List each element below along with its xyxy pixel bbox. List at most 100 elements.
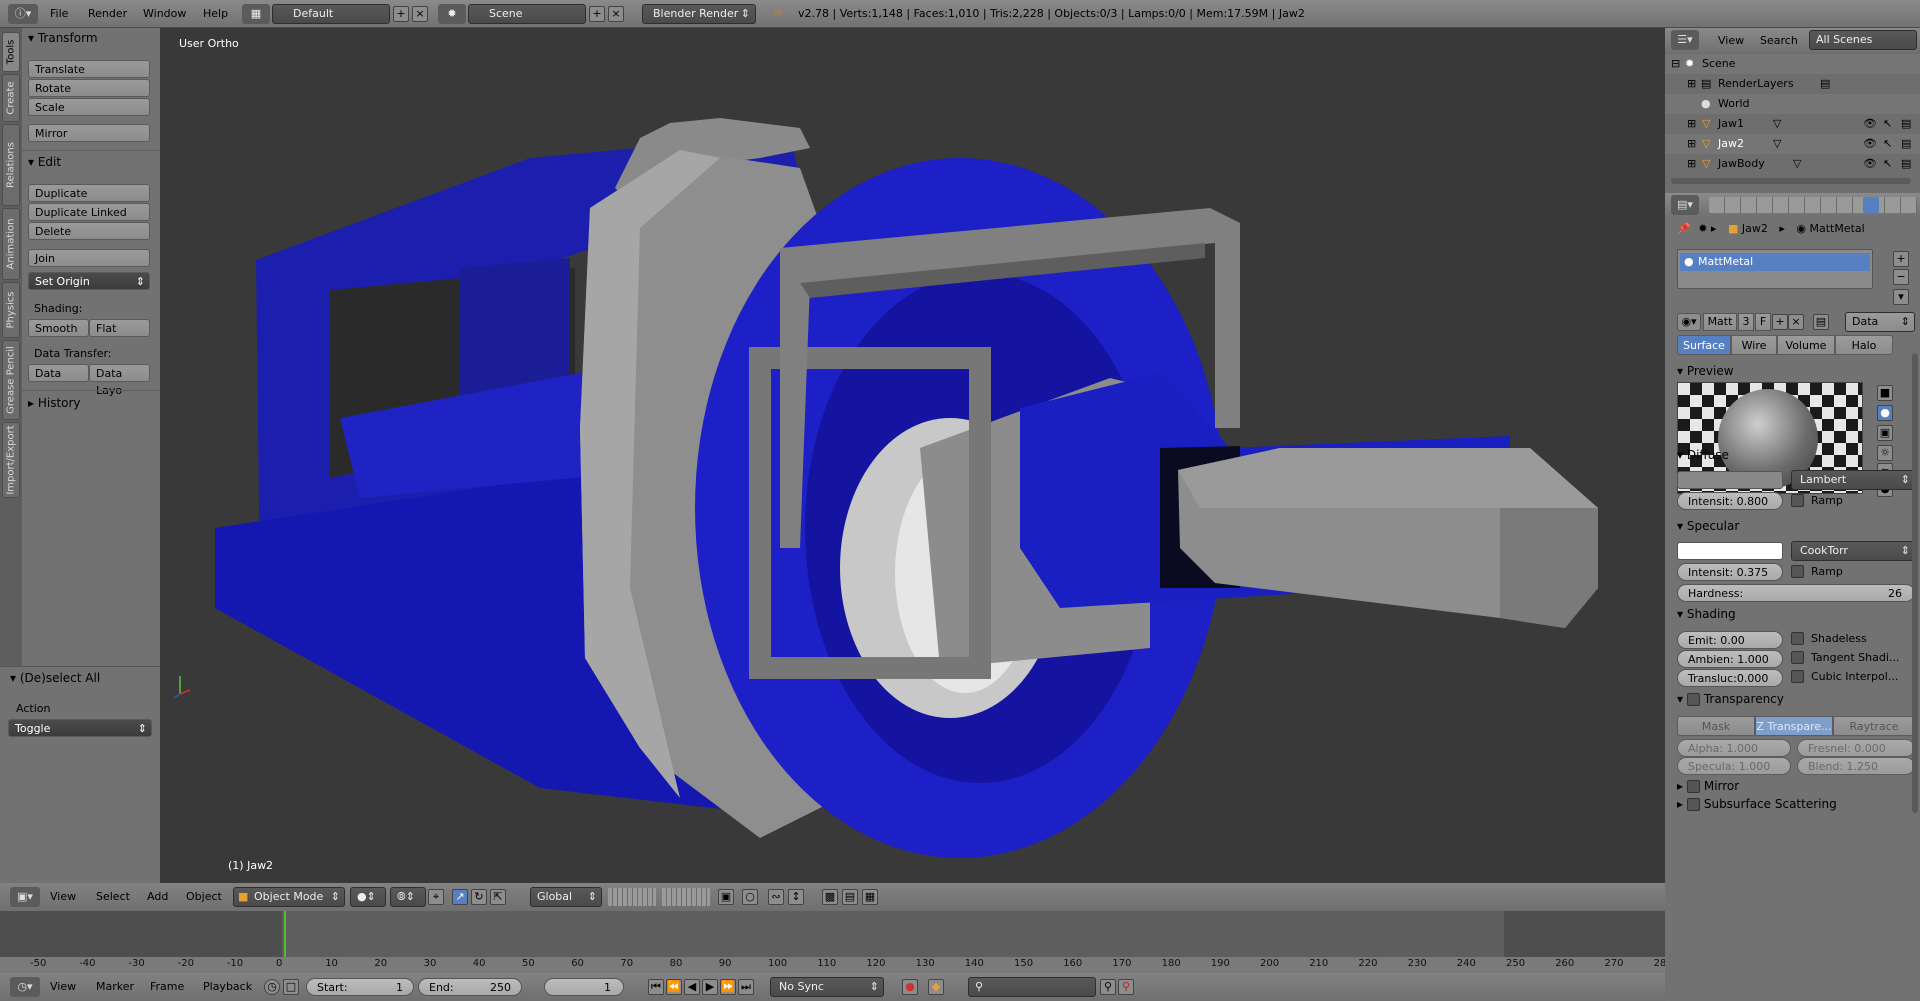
orientation-select[interactable]: Global ⇕ — [530, 887, 602, 907]
menu-help[interactable]: Help — [203, 0, 228, 28]
jump-keyframe-forward-icon[interactable]: ⏩ — [720, 979, 736, 995]
operator-header[interactable]: ▾ (De)select All — [10, 669, 100, 687]
tab-grease-pencil[interactable]: Grease Pencil — [2, 340, 20, 420]
end-frame-field[interactable]: End: 250 — [418, 978, 522, 996]
rotate-manipulator-icon[interactable]: ↻ — [471, 889, 487, 905]
remove-scene-button[interactable]: × — [608, 6, 624, 22]
tab-relations[interactable]: Relations — [2, 124, 20, 206]
tab-animation[interactable]: Animation — [2, 208, 20, 280]
diffuse-panel-header[interactable]: ▾ Diffuse — [1677, 448, 1729, 462]
snap-icon[interactable]: ∾ — [768, 889, 784, 905]
slot-menu-button[interactable]: ▾ — [1893, 289, 1909, 305]
scale-manipulator-icon[interactable]: ⇱ — [490, 889, 506, 905]
remove-slot-button[interactable]: − — [1893, 269, 1909, 285]
start-frame-field[interactable]: Start: 1 — [306, 978, 414, 996]
manipulator-toggle[interactable]: ⌖ — [428, 889, 444, 905]
preview-sphere-icon[interactable]: ● — [1877, 405, 1893, 421]
material-browse-icon[interactable]: ◉▾ — [1677, 313, 1701, 331]
transform-panel-header[interactable]: ▾ Transform — [28, 29, 98, 47]
hardness-field[interactable]: Hardness: 26 — [1677, 584, 1915, 602]
menu-render[interactable]: Render — [88, 0, 127, 28]
play-icon[interactable]: ▶ — [702, 979, 718, 995]
pivot-select[interactable]: ⦾⇕ — [390, 887, 426, 907]
outliner-row-renderlayers[interactable]: ⊞ ▤ RenderLayers ▤ — [1665, 74, 1920, 94]
outliner-row-jawbody[interactable]: ⊞ ▽ JawBody ▽ 👁 ↖ ▤ — [1665, 154, 1920, 174]
screen-layout-field[interactable]: Default — [272, 4, 390, 24]
join-button[interactable]: Join — [28, 249, 150, 267]
ambient-field[interactable]: Ambien: 1.000 — [1677, 650, 1783, 668]
frame-menu[interactable]: Frame — [150, 973, 184, 1001]
snap-element-icon[interactable]: ↕ — [788, 889, 804, 905]
mode-select[interactable]: ■ Object Mode ⇕ — [233, 887, 345, 907]
outliner-row-world[interactable]: ● World — [1665, 94, 1920, 114]
add-slot-button[interactable]: + — [1893, 251, 1909, 267]
outliner-row-scene[interactable]: ⊟ ✹ Scene — [1665, 54, 1920, 74]
flat-button[interactable]: Flat — [89, 319, 150, 337]
specular-ramp-checkbox[interactable] — [1791, 565, 1804, 578]
jump-end-icon[interactable]: ⏭ — [738, 979, 754, 995]
sss-checkbox[interactable] — [1686, 798, 1700, 811]
eye-icon[interactable]: 👁 — [1863, 134, 1877, 154]
material-nodes-icon[interactable]: ▤ — [1813, 314, 1829, 330]
tab-z-transparency[interactable]: Z Transpare... — [1755, 716, 1833, 736]
menu-file[interactable]: File — [50, 0, 68, 28]
transparency-panel-header[interactable]: ▾ Transparency — [1677, 692, 1784, 706]
view-menu[interactable]: View — [50, 883, 76, 911]
cursor-icon[interactable]: ↖ — [1883, 114, 1892, 134]
diffuse-ramp-checkbox[interactable] — [1791, 494, 1804, 507]
insert-keyframe-icon[interactable]: ⚲ — [1100, 979, 1116, 995]
sss-panel-header[interactable]: ▸ Subsurface Scattering — [1677, 797, 1837, 811]
camera-icon[interactable]: ▤ — [1901, 114, 1911, 134]
tab-tools[interactable]: Tools — [2, 32, 20, 72]
tab-mask[interactable]: Mask — [1677, 716, 1755, 736]
rotate-button[interactable]: Rotate — [28, 79, 150, 97]
layer-buttons-1[interactable] — [608, 888, 656, 906]
translate-manipulator-icon[interactable]: ↗ — [452, 889, 468, 905]
tangent-shading-checkbox[interactable] — [1791, 651, 1804, 664]
layer-buttons-2[interactable] — [662, 888, 710, 906]
add-menu[interactable]: Add — [147, 883, 168, 911]
properties-scrollbar[interactable] — [1912, 353, 1918, 813]
editor-type-button[interactable]: ☰▾ — [1671, 30, 1699, 50]
data-link-select[interactable]: Data ⇕ — [1845, 312, 1915, 332]
playback-menu[interactable]: Playback — [203, 973, 252, 1001]
material-slot-list[interactable]: ● MattMetal — [1677, 249, 1873, 289]
lock-icon[interactable]: □ — [283, 979, 299, 995]
material-users-count[interactable]: 3 — [1738, 313, 1754, 331]
tab-create[interactable]: Create — [2, 74, 20, 122]
outliner-filter-select[interactable]: All Scenes — [1809, 30, 1917, 50]
delete-keyframe-icon[interactable]: ⚲ — [1118, 979, 1134, 995]
render-engine-select[interactable]: Blender Render ⇕ — [642, 4, 756, 24]
editor-type-button[interactable]: ▤▾ — [1671, 195, 1699, 215]
cursor-icon[interactable]: ↖ — [1883, 154, 1892, 174]
duplicate-linked-button[interactable]: Duplicate Linked — [28, 203, 150, 221]
tab-volume[interactable]: Volume — [1777, 335, 1835, 355]
opengl-render-icon[interactable]: ▩ — [822, 889, 838, 905]
remove-layout-button[interactable]: × — [412, 6, 428, 22]
tab-import-export[interactable]: Import/Export — [2, 422, 20, 498]
context-tab-icons[interactable] — [1709, 197, 1917, 213]
outliner-row-jaw2[interactable]: ⊞ ▽ Jaw2 ▽ 👁 ↖ ▤ — [1665, 134, 1920, 154]
smooth-button[interactable]: Smooth — [28, 319, 89, 337]
menu-window[interactable]: Window — [143, 0, 186, 28]
diffuse-color-swatch[interactable] — [1677, 471, 1783, 489]
tab-halo[interactable]: Halo — [1835, 335, 1893, 355]
add-scene-button[interactable]: + — [589, 6, 605, 22]
jump-keyframe-back-icon[interactable]: ⏪ — [666, 979, 682, 995]
viewport-settings-icon[interactable]: ▦ — [862, 889, 878, 905]
material-slot-row[interactable]: ● MattMetal — [1680, 253, 1870, 271]
layout-icon[interactable]: ▦ — [242, 4, 270, 24]
outliner-row-jaw1[interactable]: ⊞ ▽ Jaw1 ▽ 👁 ↖ ▤ — [1665, 114, 1920, 134]
add-layout-button[interactable]: + — [393, 6, 409, 22]
delete-button[interactable]: Delete — [28, 222, 150, 240]
mirror-checkbox[interactable] — [1686, 780, 1700, 793]
marker-menu[interactable]: Marker — [96, 973, 134, 1001]
editor-type-button[interactable]: ◷▾ — [10, 977, 40, 997]
material-name-field[interactable]: Matt — [1703, 313, 1737, 331]
emit-field[interactable]: Emit: 0.00 — [1677, 631, 1783, 649]
new-material-button[interactable]: + — [1772, 314, 1788, 330]
outliner-scrollbar[interactable] — [1671, 178, 1911, 184]
translate-button[interactable]: Translate — [28, 60, 150, 78]
current-frame-field[interactable]: 1 — [544, 978, 624, 996]
outliner-search-menu[interactable]: Search — [1760, 34, 1798, 47]
